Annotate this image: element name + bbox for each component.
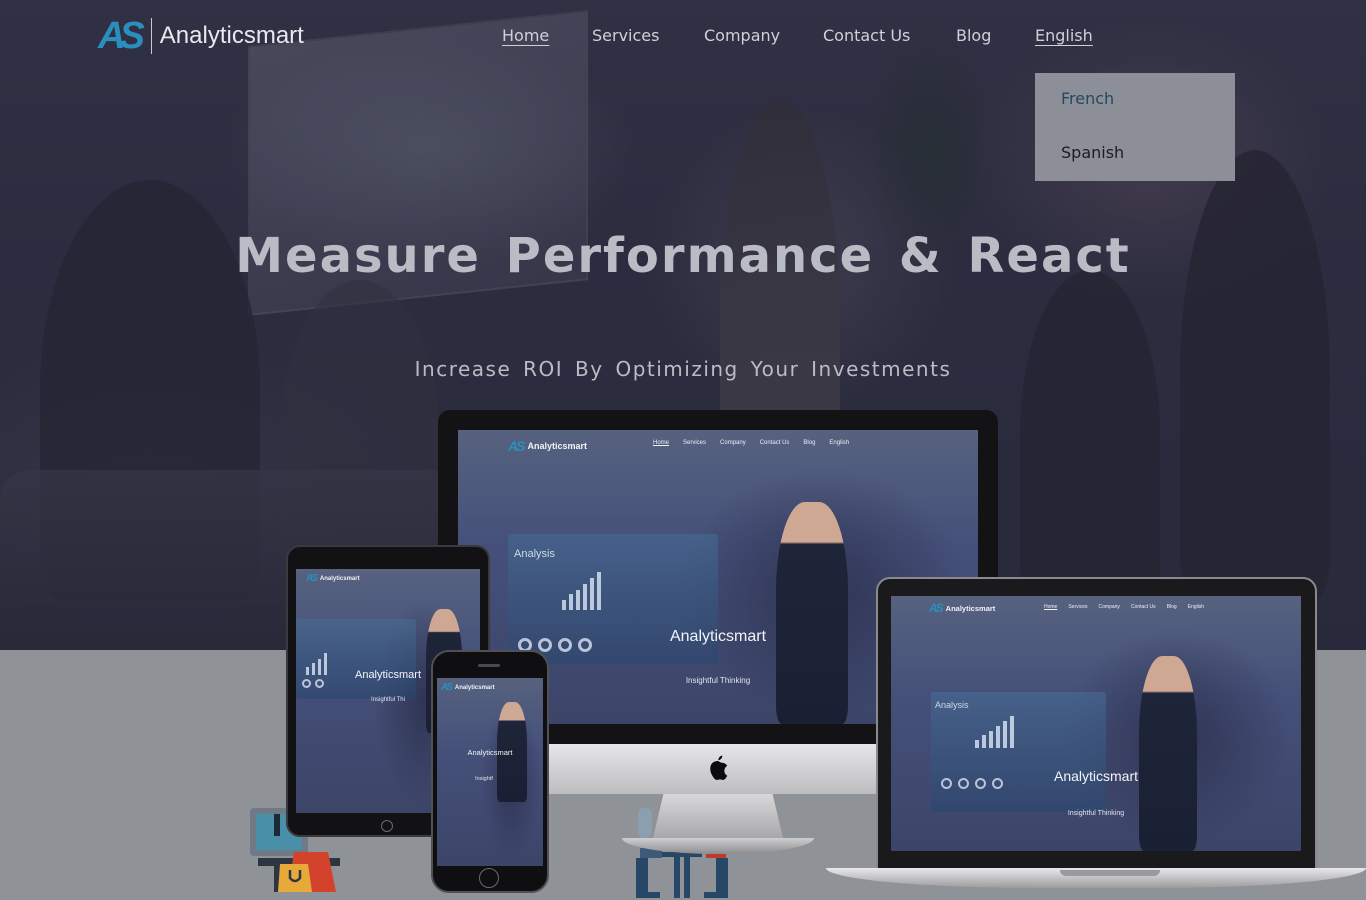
desktop-screen-logo: AS Analyticsmart (508, 438, 587, 454)
laptop-screen-chart: Analysis (931, 692, 1106, 812)
laptop-screen-nav-home: Home (1044, 604, 1058, 610)
desktop-screen-logo-mark: AS (508, 438, 526, 454)
apple-logo-icon (710, 755, 728, 780)
phone-screen-logo: AS Analyticsmart (441, 682, 495, 693)
desktop-screen-nav-company: Company (720, 440, 746, 446)
desktop-screen-nav: Home Services Company Contact Us Blog En… (653, 440, 849, 446)
language-option-french[interactable]: French (1061, 89, 1114, 108)
hero-subtitle: Increase ROI By Optimizing Your Investme… (414, 357, 952, 381)
tablet-screen-logo-text: Analyticsmart (319, 575, 360, 582)
tablet-screen-chart (296, 619, 416, 699)
laptop-notch (1060, 870, 1160, 876)
nav-contact-us[interactable]: Contact Us (823, 26, 910, 45)
laptop-screen-nav-company: Company (1098, 604, 1120, 610)
laptop-screen-title: Analyticsmart (1053, 768, 1139, 784)
laptop-screen-nav-english: English (1187, 604, 1205, 610)
desktop-screen-nav-contact: Contact Us (759, 440, 790, 446)
desktop-screen-nav-home: Home (653, 440, 670, 446)
logo-text: Analyticsmart (159, 22, 304, 49)
laptop-screen-nav-contact: Contact Us (1130, 604, 1156, 610)
phone-screen-subtitle: Insightf (475, 776, 493, 782)
nav-home[interactable]: Home (502, 26, 549, 45)
laptop-screen-logo-text: Analyticsmart (945, 603, 996, 613)
logo-mark: AS (98, 15, 145, 57)
desktop-screen-nav-services: Services (683, 440, 707, 446)
phone-screen-title: Analyticsmart (467, 748, 513, 757)
phone-screen: AS Analyticsmart Analyticsmart Insightf (437, 678, 543, 866)
tablet-home-button (381, 820, 393, 832)
nav-company[interactable]: Company (704, 26, 780, 45)
language-option-spanish[interactable]: Spanish (1061, 143, 1124, 162)
laptop-screen-nav-blog: Blog (1166, 604, 1177, 610)
tablet-screen-logo: AS Analyticsmart (306, 573, 360, 584)
phone-home-button (479, 868, 499, 888)
language-dropdown-menu: French Spanish (1035, 73, 1235, 181)
desktop-screen-logo-text: Analyticsmart (527, 441, 587, 451)
desktop-screen-nav-blog: Blog (803, 440, 816, 446)
nav-language-english[interactable]: English (1035, 26, 1093, 45)
phone-screen-logo-text: Analyticsmart (454, 684, 495, 691)
laptop-screen-nav: Home Services Company Contact Us Blog En… (1044, 604, 1204, 610)
laptop-screen-chart-title: Analysis (935, 700, 969, 710)
laptop-screen-nav-services: Services (1068, 604, 1088, 610)
desktop-stand-neck (653, 794, 783, 838)
phone-screen-logo-mark: AS (441, 682, 453, 693)
laptop-screen: AS Analyticsmart Home Services Company C… (891, 596, 1301, 851)
laptop-screen-bars (975, 714, 1014, 748)
desktop-screen-person (776, 502, 848, 724)
laptop-screen-person (1139, 656, 1197, 851)
nav-blog[interactable]: Blog (956, 26, 991, 45)
tablet-screen-logo-mark: AS (306, 573, 318, 584)
phone-speaker (478, 664, 500, 667)
nav-services[interactable]: Services (592, 26, 659, 45)
laptop-screen-logo-mark: AS (929, 601, 944, 615)
laptop-screen-subtitle: Insightful Thinking (1067, 810, 1125, 817)
desktop-screen-bars (562, 570, 601, 610)
site-logo[interactable]: AS Analyticsmart (98, 15, 304, 57)
hero-title: Measure Performance & React (235, 228, 1131, 284)
desktop-screen-chart-title: Analysis (514, 548, 555, 560)
logo-divider (150, 18, 152, 54)
desktop-screen-nav-english: English (829, 440, 850, 446)
laptop-screen-logo: AS Analyticsmart (929, 601, 995, 615)
